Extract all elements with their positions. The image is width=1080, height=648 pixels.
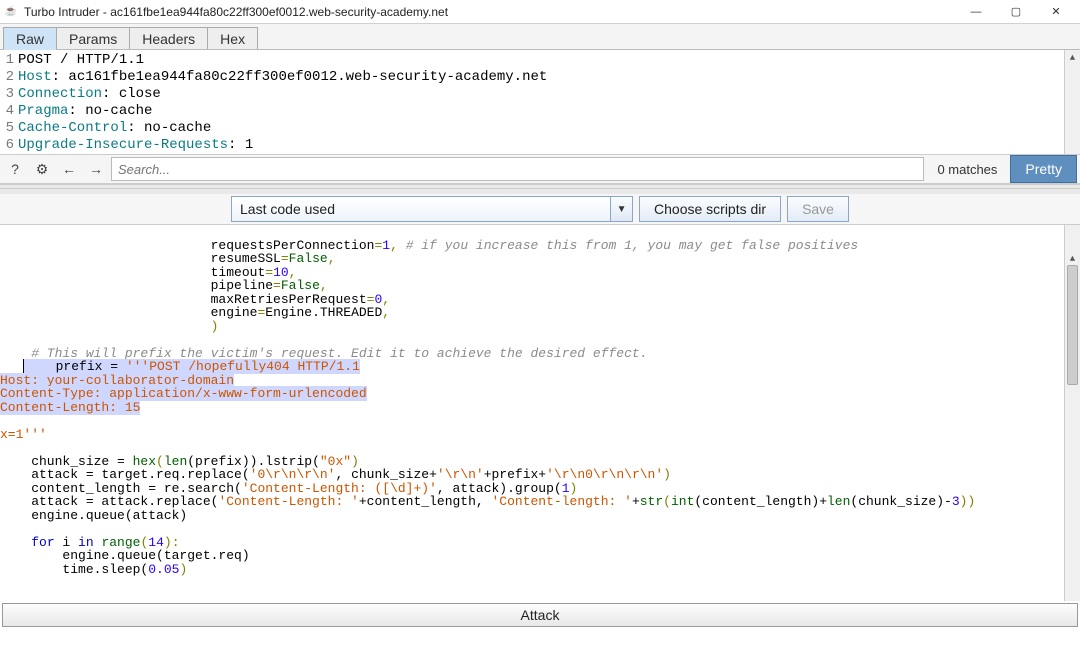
code-string: 'Content-Length: '	[218, 494, 358, 509]
http-header-name: Cache-Control	[18, 120, 127, 137]
line-number: 3	[0, 86, 18, 103]
save-button[interactable]: Save	[787, 196, 849, 222]
code-text: time.sleep(	[0, 562, 148, 577]
http-request-line: POST / HTTP/1.1	[18, 52, 144, 69]
help-icon[interactable]: ?	[3, 157, 27, 181]
code-text: ))	[960, 494, 976, 509]
raw-scrollbar[interactable]: ▲	[1064, 50, 1080, 154]
code-text: 0.05	[148, 562, 179, 577]
code-text: )	[179, 562, 187, 577]
code-text: engine.queue(attack)	[0, 508, 187, 523]
request-tabs: Raw Params Headers Hex	[0, 24, 1080, 50]
nav-next-icon[interactable]: →	[84, 157, 108, 181]
code-text: Engine.THREADED	[265, 305, 382, 320]
code-text: (content_length)+	[694, 494, 827, 509]
code-text: 1	[382, 238, 390, 253]
code-text: +	[632, 494, 640, 509]
code-comment: # if you increase this from 1, you may g…	[398, 238, 858, 253]
http-header-value: : close	[102, 86, 161, 103]
gear-icon[interactable]: ⚙	[30, 157, 54, 181]
script-combo[interactable]: Last code used ▼	[231, 196, 633, 222]
code-string: x=1'''	[0, 427, 47, 442]
tab-hex[interactable]: Hex	[207, 27, 258, 49]
code-text: +content_length,	[359, 494, 492, 509]
http-raw-view[interactable]: 1POST / HTTP/1.1 2Host: ac161fbe1ea944fa…	[0, 50, 1080, 154]
code-text: )	[0, 319, 218, 334]
http-header-value: : ac161fbe1ea944fa80c22ff300ef0012.web-s…	[52, 69, 548, 86]
choose-scripts-button[interactable]: Choose scripts dir	[639, 196, 781, 222]
code-text: )	[663, 467, 671, 482]
search-input[interactable]	[111, 157, 924, 181]
code-text: (chunk_size)-	[850, 494, 951, 509]
line-number: 1	[0, 52, 18, 69]
code-editor[interactable]: requestsPerConnection=1, # if you increa…	[0, 225, 1080, 601]
combo-text: Last code used	[232, 201, 610, 217]
line-number: 2	[0, 69, 18, 86]
code-text: 3	[952, 494, 960, 509]
code-scrollbar[interactable]: ▲	[1064, 225, 1080, 601]
code-text: len	[827, 494, 850, 509]
line-number: 4	[0, 103, 18, 120]
line-number: 5	[0, 120, 18, 137]
tab-headers[interactable]: Headers	[129, 27, 208, 49]
maximize-button[interactable]: ▢	[996, 2, 1036, 22]
http-header-value: : no-cache	[127, 120, 211, 137]
tab-raw[interactable]: Raw	[3, 27, 57, 49]
minimize-button[interactable]: —	[956, 2, 996, 22]
http-header-name: Connection	[18, 86, 102, 103]
line-number: 6	[0, 137, 18, 154]
http-header-value: : 1	[228, 137, 253, 154]
app-icon: ☕	[4, 5, 18, 19]
tab-params[interactable]: Params	[56, 27, 130, 49]
window-title: Turbo Intruder - ac161fbe1ea944fa80c22ff…	[24, 5, 956, 19]
code-string: 'Content-length: '	[492, 494, 632, 509]
script-chooser-bar: Last code used ▼ Choose scripts dir Save	[0, 189, 1080, 225]
search-toolbar: ? ⚙ ← → 0 matches Pretty	[0, 154, 1080, 184]
nav-prev-icon[interactable]: ←	[57, 157, 81, 181]
pretty-button[interactable]: Pretty	[1010, 155, 1077, 183]
match-count: 0 matches	[927, 162, 1007, 177]
http-header-name: Host	[18, 69, 52, 86]
scroll-thumb[interactable]	[1067, 265, 1078, 385]
code-text: str	[640, 494, 663, 509]
code-text: int	[671, 494, 694, 509]
http-header-name: Pragma	[18, 103, 68, 120]
http-header-value: : no-cache	[68, 103, 152, 120]
code-string: Content-Length: 15	[0, 400, 140, 415]
code-text: (	[663, 494, 671, 509]
close-button[interactable]: ✕	[1036, 2, 1076, 22]
http-header-name: Upgrade-Insecure-Requests	[18, 137, 228, 154]
attack-button[interactable]: Attack	[2, 603, 1078, 627]
scroll-up-icon[interactable]: ▲	[1065, 50, 1080, 66]
chevron-down-icon[interactable]: ▼	[610, 197, 632, 221]
